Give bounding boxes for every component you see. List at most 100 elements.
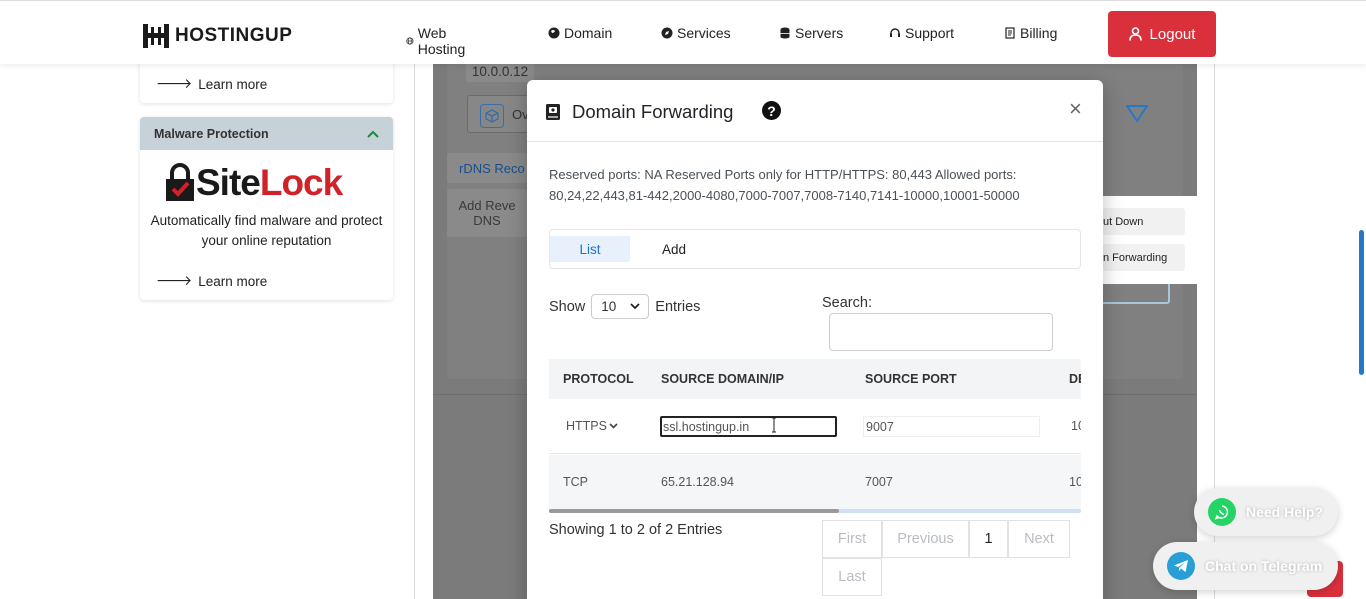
- column-header[interactable]: SOURCE PORT: [865, 372, 957, 386]
- pagination-next[interactable]: Next: [1008, 520, 1070, 558]
- database-icon: [780, 27, 790, 39]
- nav-servers[interactable]: Servers: [779, 25, 843, 41]
- menu-item-label: n Forwarding: [1103, 251, 1168, 264]
- telegram-chat-button[interactable]: Chat on Telegram: [1153, 542, 1338, 590]
- pagination-previous[interactable]: Previous: [882, 520, 969, 558]
- menu-item-label: ut Down: [1103, 215, 1144, 228]
- chevron-down-icon[interactable]: [1125, 103, 1149, 125]
- nav-web-hosting[interactable]: Web Hosting: [406, 25, 469, 57]
- need-help-label: Need Help?: [1246, 504, 1324, 520]
- chevron-down-icon: [609, 423, 618, 429]
- nav-domain[interactable]: Domain: [548, 25, 612, 41]
- close-icon[interactable]: ×: [1069, 96, 1082, 122]
- top-header: HOSTINGUP Web Hosting Domain Services Se…: [0, 0, 1366, 64]
- protocol-value: TCP: [563, 475, 588, 489]
- tab-add[interactable]: Add: [662, 236, 686, 262]
- allowed-ports-info: Reserved ports: NA Reserved Ports only f…: [549, 167, 1020, 203]
- source-domain-value: ssl.hostingup.in: [663, 419, 750, 434]
- entries-control: Show 10 Entries: [549, 294, 700, 319]
- table-row: HTTPS ssl.hostingup.in 9007 10: [549, 399, 1081, 454]
- help-icon[interactable]: ?: [762, 101, 781, 120]
- protocol-value: HTTPS: [566, 419, 607, 433]
- column-header[interactable]: DE: [1069, 372, 1081, 386]
- domain-forwarding-modal: Domain Forwarding ? × Reserved ports: NA…: [527, 80, 1103, 599]
- pagination-page[interactable]: 1: [969, 520, 1008, 558]
- forwarding-table: PROTOCOL SOURCE DOMAIN/IP SOURCE PORT DE…: [549, 359, 1081, 512]
- chevron-down-icon: [630, 303, 640, 310]
- nav-support[interactable]: Support: [889, 25, 954, 41]
- logout-button[interactable]: Logout: [1108, 11, 1216, 57]
- scrollbar-thumb[interactable]: [549, 509, 839, 513]
- column-header[interactable]: PROTOCOL: [563, 372, 634, 386]
- table-horizontal-scrollbar[interactable]: [549, 509, 1081, 513]
- compass-icon: [661, 27, 673, 39]
- divider: [414, 64, 415, 599]
- nav-label: Web Hosting: [417, 25, 466, 57]
- source-domain-input[interactable]: ssl.hostingup.in: [660, 416, 837, 437]
- user-icon: [1128, 27, 1142, 41]
- entries-value: 10: [601, 299, 617, 314]
- protocol-select[interactable]: HTTPS: [566, 419, 618, 433]
- hostingup-logo-icon: [143, 24, 169, 48]
- nav-label: Support: [905, 25, 955, 41]
- server-actions-menu: ut Down n Forwarding: [1103, 196, 1197, 284]
- logout-label: Logout: [1149, 25, 1196, 43]
- malware-protection-card: Malware Protection Site Lock Automatical…: [140, 117, 393, 300]
- page-scrollbar[interactable]: [1359, 230, 1364, 375]
- globe-icon: [406, 37, 414, 45]
- rdns-tab[interactable]: rDNS Reco: [447, 153, 527, 183]
- selection-outline: [1103, 284, 1170, 304]
- headset-icon: [890, 28, 900, 37]
- malware-protection-header[interactable]: Malware Protection: [140, 117, 393, 150]
- nav-label: Servers: [795, 25, 844, 41]
- add-reverse-dns-button[interactable]: Add Reve DNS: [447, 189, 527, 237]
- search-input[interactable]: [829, 313, 1053, 351]
- learn-more-link[interactable]: 🡒 Learn more: [156, 273, 267, 289]
- entries-select[interactable]: 10: [591, 294, 650, 319]
- nav-label: Domain: [564, 25, 613, 41]
- learn-more-link[interactable]: 🡒 Learn more: [156, 76, 267, 92]
- cube-icon: [480, 104, 504, 128]
- sitelock-text-red: Lock: [259, 162, 343, 203]
- search-label: Search:: [822, 295, 872, 311]
- tab-bar: List Add: [549, 229, 1081, 269]
- source-port-value: 9007: [866, 419, 894, 434]
- source-port-input[interactable]: 9007: [863, 416, 1040, 437]
- nav-label: Billing: [1020, 25, 1058, 41]
- tab-list[interactable]: List: [550, 236, 630, 262]
- menu-item-shutdown[interactable]: ut Down: [1103, 208, 1185, 235]
- receipt-icon: [1005, 27, 1015, 39]
- whatsapp-icon: [1208, 498, 1236, 526]
- logo-text: HOSTINGUP: [175, 25, 293, 46]
- destination-value: 10: [1069, 475, 1081, 489]
- show-label: Show: [549, 298, 586, 315]
- telegram-icon: [1167, 552, 1195, 580]
- column-header[interactable]: SOURCE DOMAIN/IP: [661, 372, 784, 386]
- entries-label: Entries: [655, 298, 701, 315]
- arrow-right-icon: 🡒: [156, 273, 193, 288]
- modal-header: Domain Forwarding ? ×: [527, 80, 1103, 142]
- source-port-value: 7007: [865, 475, 893, 489]
- table-header: PROTOCOL SOURCE DOMAIN/IP SOURCE PORT DE: [549, 359, 1081, 399]
- telegram-chat-label: Chat on Telegram: [1205, 558, 1323, 574]
- nav-billing[interactable]: Billing: [1004, 25, 1057, 41]
- chevron-up-icon: [367, 130, 379, 138]
- pagination-last[interactable]: Last: [822, 558, 882, 596]
- nav-label: Services: [677, 25, 731, 41]
- pagination-first[interactable]: First: [822, 520, 882, 558]
- nav-services[interactable]: Services: [661, 25, 731, 41]
- entries-summary: Showing 1 to 2 of 2 Entries: [549, 522, 723, 538]
- destination-value: 10: [1071, 419, 1081, 433]
- menu-item-forwarding[interactable]: n Forwarding: [1103, 244, 1185, 271]
- logo[interactable]: HOSTINGUP: [141, 21, 292, 51]
- book-icon: [546, 104, 560, 120]
- need-help-button[interactable]: Need Help?: [1194, 488, 1338, 536]
- sidebar-card: 🡒 Learn more: [140, 60, 393, 103]
- learn-more-label: Learn more: [198, 273, 268, 289]
- overview-button[interactable]: Ov: [467, 95, 533, 133]
- source-domain-value: 65.21.128.94: [661, 475, 734, 489]
- arrow-right-icon: 🡒: [156, 76, 193, 91]
- table-row: TCP 65.21.128.94 7007 10: [549, 455, 1081, 510]
- modal-title: Domain Forwarding: [572, 101, 734, 122]
- sitelock-text: Site: [196, 162, 261, 203]
